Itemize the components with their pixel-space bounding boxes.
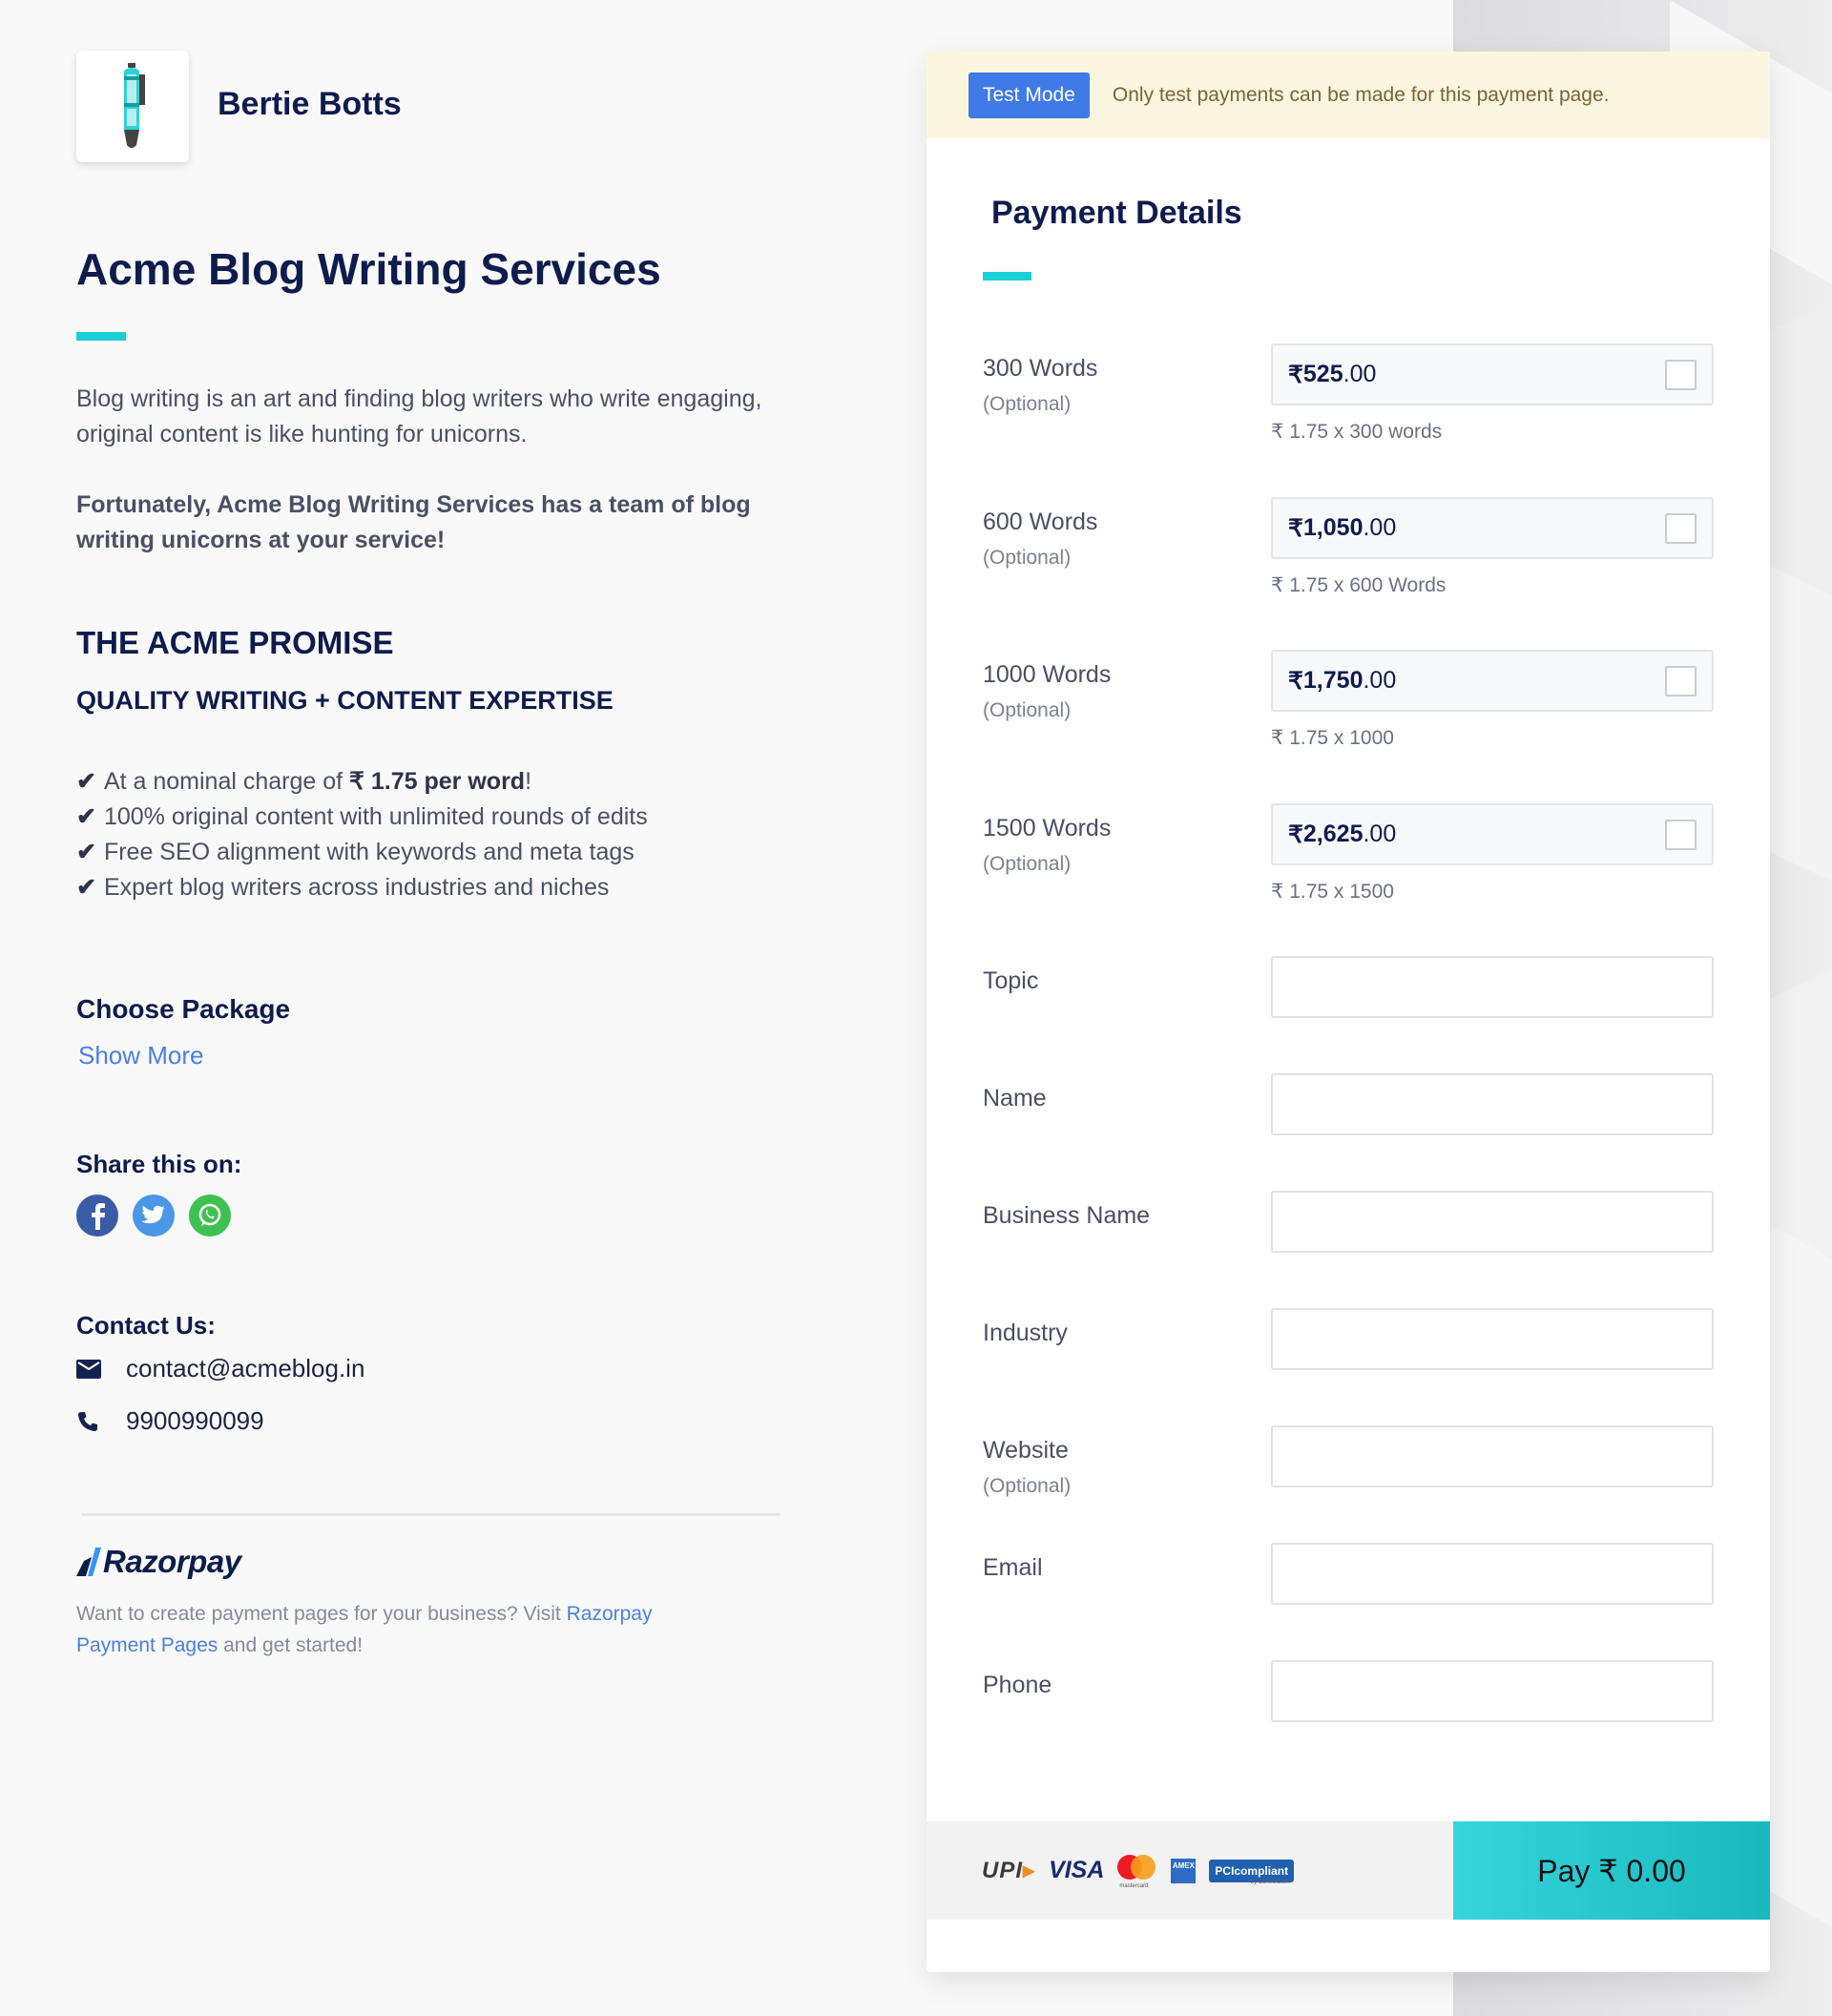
amount-box[interactable]: ₹ 1,750 .00 — [1271, 650, 1714, 712]
page-description-bold: Fortunately, Acme Blog Writing Services … — [76, 491, 751, 553]
pen-icon — [124, 62, 145, 148]
divider — [81, 1513, 781, 1516]
optional-label: (Optional) — [983, 853, 1072, 875]
page-description: Blog writing is an art and finding blog … — [76, 385, 762, 447]
checklist-item: ✔ At a nominal charge of ₹ 1.75 per word! — [76, 768, 532, 795]
promise-heading: THE ACME PROMISE — [76, 625, 394, 660]
phone-icon — [76, 1407, 105, 1436]
checkmark-icon: ✔ — [76, 874, 96, 901]
field-label: Business Name — [983, 1202, 1151, 1229]
share-heading: Share this on: — [76, 1150, 242, 1178]
field-label: Name — [983, 1085, 1047, 1112]
choose-package-heading: Choose Package — [76, 994, 291, 1024]
field-label: 1500 Words — [983, 815, 1112, 842]
field-label: 600 Words — [983, 509, 1098, 535]
website-input[interactable] — [1271, 1425, 1714, 1487]
optional-label: (Optional) — [983, 699, 1072, 721]
payment-card: Test Mode Only test payments can be made… — [926, 52, 1770, 1972]
field-label: 1000 Words — [983, 661, 1112, 688]
show-more-link[interactable]: Show More — [78, 1041, 204, 1070]
checkmark-icon: ✔ — [76, 839, 96, 865]
checklist-item: ✔ Expert blog writers across industries a… — [76, 874, 610, 901]
name-input[interactable] — [1271, 1073, 1714, 1135]
field-label: Email — [983, 1554, 1043, 1581]
promise-subheading: QUALITY WRITING + CONTENT EXPERTISE — [76, 686, 614, 715]
page-title: Acme Blog Writing Services — [76, 244, 661, 294]
amount-box[interactable]: ₹ 2,625 .00 — [1271, 803, 1714, 865]
checkmark-icon: ✔ — [76, 803, 96, 830]
amount-box[interactable]: ₹ 525 .00 — [1271, 343, 1714, 405]
upi-logo-icon: UPI▸ — [982, 1858, 1036, 1883]
contact-email-row: contact@acmeblog.in — [76, 1354, 364, 1383]
checkmark-icon: ✔ — [76, 768, 96, 795]
field-label: 300 Words — [983, 355, 1098, 382]
test-mode-banner: Test Mode Only test payments can be made… — [926, 52, 1770, 138]
field-label: Phone — [983, 1672, 1052, 1698]
feature-checklist: ✔ At a nominal charge of ₹ 1.75 per word!… — [76, 764, 648, 905]
pay-button[interactable]: Pay ₹ 0.00 — [1453, 1821, 1770, 1920]
contact-heading: Contact Us: — [76, 1311, 216, 1340]
price-hint: ₹ 1.75 x 1000 — [1271, 727, 1394, 749]
price-hint: ₹ 1.75 x 1500 — [1271, 881, 1394, 903]
field-label: Industry — [983, 1320, 1068, 1346]
background-shape — [1770, 1223, 1832, 2002]
industry-input[interactable] — [1271, 1308, 1714, 1370]
contact-email-link[interactable]: contact@acmeblog.in — [126, 1354, 364, 1383]
merchant-logo — [76, 51, 189, 162]
checklist-item: ✔ 100% original content with unlimited ro… — [76, 803, 648, 830]
facebook-icon[interactable] — [76, 1195, 118, 1237]
contact-phone-link[interactable]: 9900990099 — [126, 1406, 264, 1436]
amount-box[interactable]: ₹ 1,050 .00 — [1271, 497, 1714, 559]
merchant-name: Bertie Botts — [218, 86, 402, 122]
phone-input[interactable] — [1271, 1660, 1714, 1722]
test-mode-badge: Test Mode — [968, 72, 1090, 118]
amex-logo-icon: AMEX — [1171, 1858, 1197, 1883]
business-name-input[interactable] — [1271, 1191, 1714, 1253]
share-icons — [76, 1195, 231, 1237]
price-hint: ₹ 1.75 x 300 words — [1271, 421, 1443, 443]
razorpay-logo[interactable]: Razorpay — [76, 1544, 241, 1580]
pci-compliant-logo-icon: PCIcompliant by ControlCase — [1209, 1859, 1295, 1885]
mail-icon — [76, 1355, 105, 1383]
item-checkbox[interactable] — [1665, 820, 1697, 850]
field-label: Website — [983, 1437, 1069, 1464]
price-hint: ₹ 1.75 x 600 Words — [1271, 574, 1447, 596]
test-mode-message: Only test payments can be made for this … — [1112, 83, 1610, 106]
optional-label: (Optional) — [983, 1475, 1072, 1497]
whatsapp-icon[interactable] — [189, 1195, 231, 1237]
title-underline — [76, 332, 126, 341]
twitter-icon[interactable] — [133, 1195, 175, 1237]
razorpay-mark-icon — [76, 1548, 101, 1576]
item-checkbox[interactable] — [1665, 360, 1697, 390]
payment-details-title: Payment Details — [991, 195, 1242, 231]
payment-footer: UPI▸ VISA mastercard AMEX PCIcompliant b… — [926, 1821, 1770, 1920]
field-label: Topic — [983, 967, 1039, 994]
checklist-item: ✔ Free SEO alignment with keywords and me… — [76, 839, 635, 865]
visa-logo-icon: VISA — [1049, 1857, 1105, 1883]
email-input[interactable] — [1271, 1543, 1714, 1605]
item-checkbox[interactable] — [1665, 513, 1697, 544]
mastercard-logo-icon: mastercard — [1117, 1854, 1157, 1889]
razorpay-note: Want to create payment pages for your bu… — [76, 1603, 653, 1656]
item-checkbox[interactable] — [1665, 666, 1697, 696]
optional-label: (Optional) — [983, 393, 1072, 415]
contact-phone-row: 9900990099 — [76, 1406, 264, 1436]
title-underline — [983, 272, 1031, 281]
topic-input[interactable] — [1271, 956, 1714, 1018]
optional-label: (Optional) — [983, 547, 1072, 569]
payment-method-logos: UPI▸ VISA mastercard AMEX PCIcompliant b… — [926, 1821, 1453, 1920]
